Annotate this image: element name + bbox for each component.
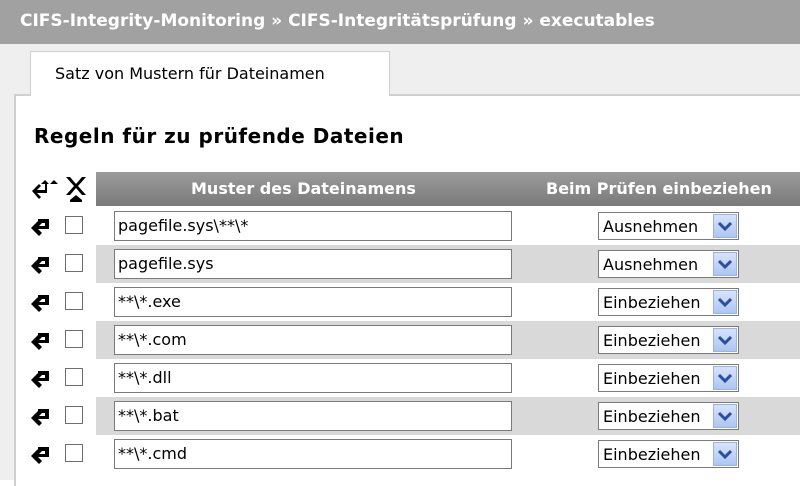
- pattern-input[interactable]: pagefile.sys: [114, 249, 512, 279]
- pattern-input[interactable]: **\*.exe: [114, 287, 512, 317]
- move-row-icon[interactable]: [30, 215, 52, 237]
- pattern-input[interactable]: pagefile.sys\**\*: [114, 211, 512, 241]
- chevron-down-icon[interactable]: [713, 252, 737, 276]
- header-actions: [30, 174, 92, 202]
- row-controls: [30, 245, 92, 283]
- chevron-down-icon[interactable]: [713, 290, 737, 314]
- move-arrows-icon[interactable]: [32, 180, 58, 199]
- chevron-down-icon[interactable]: [713, 404, 737, 428]
- include-select-value: Einbeziehen: [603, 331, 701, 350]
- include-select-value: Einbeziehen: [603, 445, 701, 464]
- include-select[interactable]: Einbeziehen: [598, 440, 739, 468]
- row-controls: [30, 321, 92, 359]
- table-row: **\*.dll Einbeziehen: [96, 359, 800, 397]
- breadcrumb: CIFS-Integrity-Monitoring » CIFS-Integri…: [20, 11, 655, 31]
- pattern-input[interactable]: **\*.dll: [114, 363, 512, 393]
- move-row-icon[interactable]: [30, 329, 52, 351]
- row-controls: [30, 435, 92, 473]
- include-select-value: Einbeziehen: [603, 293, 701, 312]
- row-controls: [30, 283, 92, 321]
- table-row: **\*.exe Einbeziehen: [96, 283, 800, 321]
- column-header-pattern: Muster des Dateinamens: [191, 179, 416, 198]
- header-icons-svg: [32, 177, 86, 202]
- move-row-icon[interactable]: [30, 405, 52, 427]
- include-select[interactable]: Einbeziehen: [598, 326, 739, 354]
- title-bar: CIFS-Integrity-Monitoring » CIFS-Integri…: [0, 0, 800, 44]
- table-row: pagefile.sys\**\* Ausnehmen: [96, 207, 800, 245]
- pattern-input[interactable]: **\*.cmd: [114, 439, 512, 469]
- move-row-icon[interactable]: [30, 443, 52, 465]
- include-select[interactable]: Ausnehmen: [598, 250, 739, 278]
- chevron-down-icon[interactable]: [713, 366, 737, 390]
- delete-x-icon[interactable]: [66, 177, 86, 202]
- include-select[interactable]: Ausnehmen: [598, 212, 739, 240]
- include-select-value: Ausnehmen: [603, 217, 699, 236]
- include-select-value: Ausnehmen: [603, 255, 699, 274]
- include-select[interactable]: Einbeziehen: [598, 288, 739, 316]
- table-row: **\*.bat Einbeziehen: [96, 397, 800, 435]
- table-row: **\*.cmd Einbeziehen: [96, 435, 800, 473]
- row-controls: [30, 359, 92, 397]
- chevron-down-icon[interactable]: [713, 214, 737, 238]
- table-row: **\*.com Einbeziehen: [96, 321, 800, 359]
- chevron-down-icon[interactable]: [713, 442, 737, 466]
- row-checkbox[interactable]: [65, 368, 83, 386]
- include-select[interactable]: Einbeziehen: [598, 402, 739, 430]
- row-checkbox[interactable]: [65, 254, 83, 272]
- column-header-include: Beim Prüfen einbeziehen: [546, 179, 772, 198]
- move-row-icon[interactable]: [30, 367, 52, 389]
- move-row-icon[interactable]: [30, 291, 52, 313]
- chevron-down-icon[interactable]: [713, 328, 737, 352]
- row-checkbox[interactable]: [65, 292, 83, 310]
- move-row-icon[interactable]: [30, 253, 52, 275]
- include-select[interactable]: Einbeziehen: [598, 364, 739, 392]
- row-controls: [30, 397, 92, 435]
- tab-file-patterns[interactable]: Satz von Mustern für Dateinamen: [30, 51, 390, 96]
- row-checkbox[interactable]: [65, 330, 83, 348]
- table-header: Muster des Dateinamens Beim Prüfen einbe…: [96, 172, 800, 206]
- include-select-value: Einbeziehen: [603, 407, 701, 426]
- tab-label: Satz von Mustern für Dateinamen: [55, 64, 325, 83]
- row-checkbox[interactable]: [65, 406, 83, 424]
- pattern-input[interactable]: **\*.com: [114, 325, 512, 355]
- pattern-input[interactable]: **\*.bat: [114, 401, 512, 431]
- table-row: pagefile.sys Ausnehmen: [96, 245, 800, 283]
- row-controls: [30, 207, 92, 245]
- section-heading: Regeln für zu prüfende Dateien: [34, 124, 405, 148]
- include-select-value: Einbeziehen: [603, 369, 701, 388]
- row-checkbox[interactable]: [65, 216, 83, 234]
- row-checkbox[interactable]: [65, 444, 83, 462]
